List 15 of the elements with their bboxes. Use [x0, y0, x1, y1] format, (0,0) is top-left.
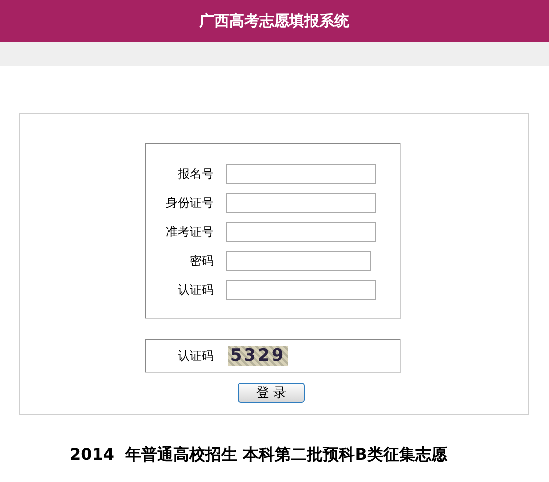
login-button[interactable]: 登 录 — [238, 383, 305, 403]
field-label: 认证码 — [177, 348, 214, 364]
input-field[interactable] — [226, 222, 376, 242]
field-label: 准考证号 — [165, 224, 214, 240]
password-field[interactable] — [226, 251, 371, 271]
field-label: 报名号 — [177, 166, 214, 182]
field-label: 密码 — [189, 252, 214, 270]
captcha-code: 5329 — [228, 346, 288, 366]
input-field[interactable] — [226, 280, 376, 300]
input-field[interactable] — [226, 164, 376, 184]
field-label: 身份证号 — [165, 194, 214, 212]
notice-heading: 2014 年普通高校招生 本科第二批预科B类征集志愿 — [70, 445, 448, 466]
field-label: 认证码 — [177, 282, 214, 298]
page-title: 广西高考志愿填报系统 — [200, 12, 350, 30]
input-field[interactable] — [226, 193, 376, 213]
